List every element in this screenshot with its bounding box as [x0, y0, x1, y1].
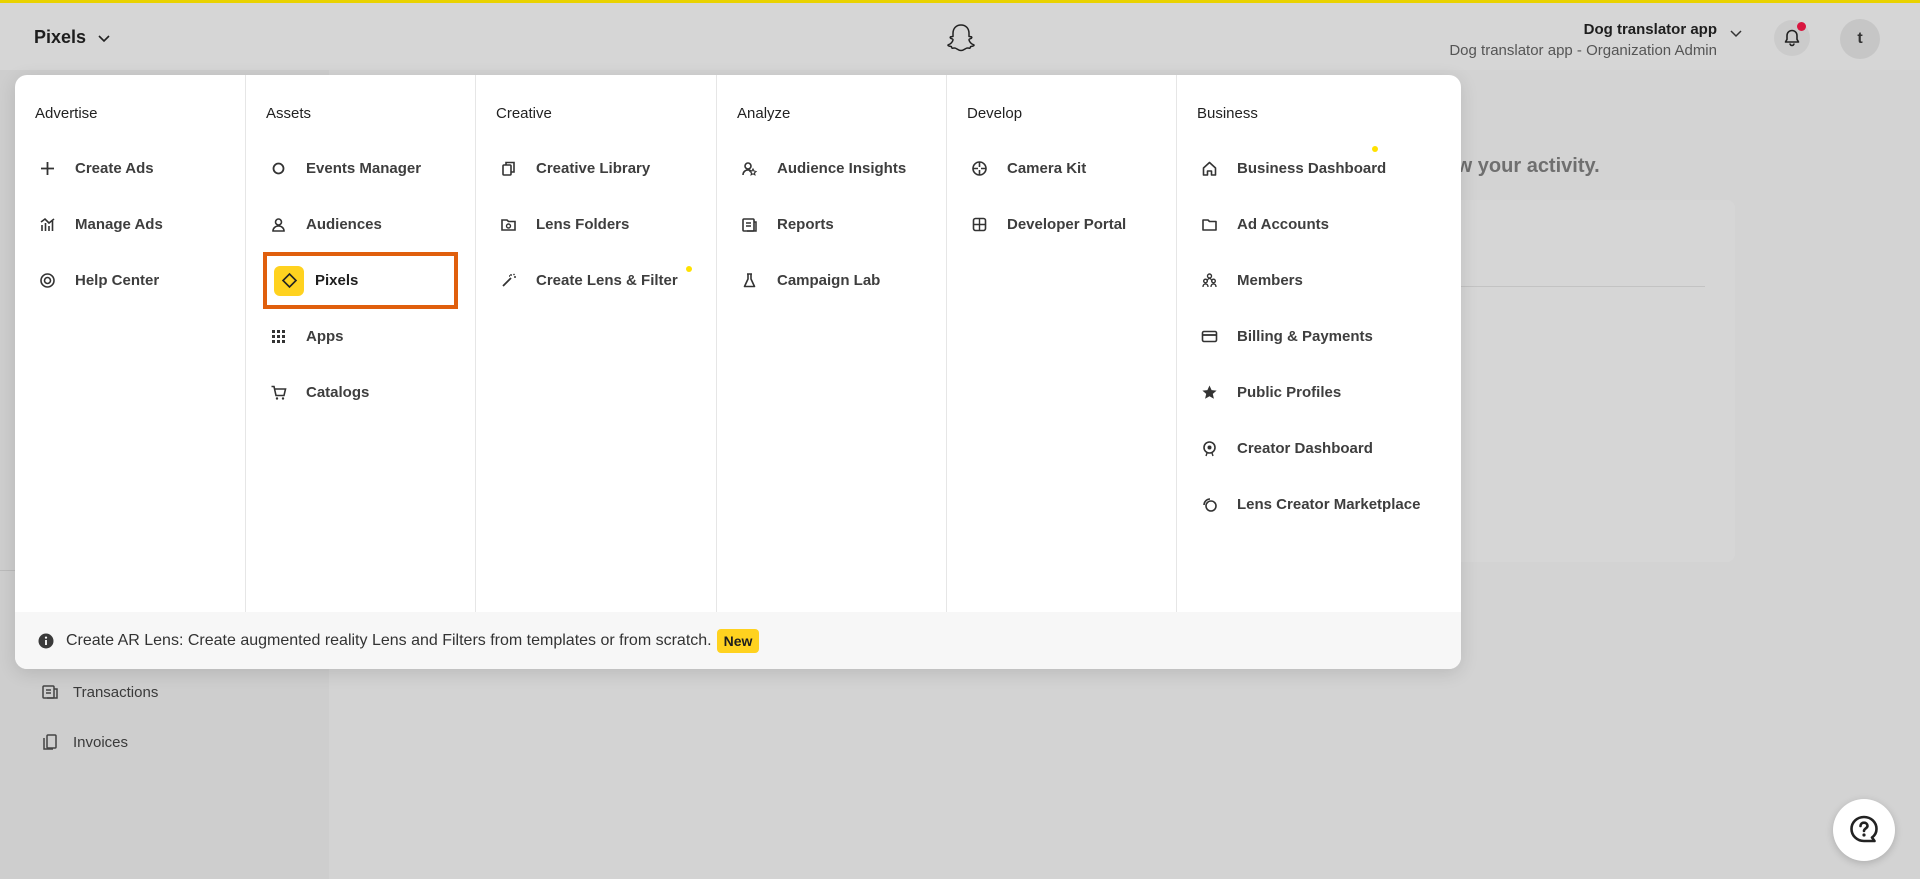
menu-column-analyze: Analyze Audience Insights Reports Campai…: [717, 75, 947, 612]
column-title: Assets: [266, 105, 312, 122]
menu-item-label: Pixels: [315, 272, 359, 289]
page-headline: iew your activity.: [1440, 155, 1600, 177]
new-badge: New: [716, 628, 760, 653]
person-icon: [260, 207, 296, 243]
menu-item-label: Create Ads: [75, 160, 154, 177]
menu-item-label: Ad Accounts: [1237, 216, 1329, 233]
chevron-down-icon: [98, 34, 110, 42]
notification-dot: [1797, 22, 1806, 31]
sidebar-item-label: Invoices: [73, 733, 129, 751]
members-icon: [1191, 263, 1227, 299]
menu-item-label: Lens Creator Marketplace: [1237, 496, 1421, 513]
menu-item-label: Camera Kit: [1007, 160, 1087, 177]
menu-column-creative: Creative Creative Library Lens Folders C…: [476, 75, 717, 612]
menu-column-business: Business Business Dashboard Ad Accounts …: [1177, 75, 1461, 612]
menu-column-develop: Develop Camera Kit Developer Portal: [947, 75, 1177, 612]
info-icon: [38, 633, 54, 648]
creator-icon: [1191, 431, 1227, 467]
invoices-icon: [43, 734, 57, 750]
avatar[interactable]: t: [1840, 19, 1880, 59]
menu-item-label: Reports: [777, 216, 834, 233]
lifebuoy-icon: [29, 263, 65, 299]
aperture-icon: [961, 151, 997, 187]
menu-item-label: Catalogs: [306, 384, 370, 401]
snapchat-ghost-icon[interactable]: [944, 22, 978, 56]
menu-footer-banner: Create AR Lens: Create augmented reality…: [15, 612, 1461, 669]
menu-column-advertise: Advertise Create Ads Manage Ads Help Cen…: [15, 75, 246, 612]
grid-icon: [260, 319, 296, 355]
menu-item-label: Developer Portal: [1007, 216, 1127, 233]
circle-icon: [260, 151, 296, 187]
menu-item-lens-creator-marketplace[interactable]: Lens Creator Marketplace: [1177, 472, 1461, 537]
sidebar-item-invoices[interactable]: Invoices: [41, 733, 128, 751]
credit-card-icon: [1191, 319, 1227, 355]
organization-name: Dog translator app: [1583, 21, 1717, 38]
menu-item-label: Members: [1237, 272, 1303, 289]
diamond-icon: [274, 265, 304, 296]
star-icon: [1191, 375, 1227, 411]
flask-icon: [731, 263, 767, 299]
app-switcher-label: Pixels: [34, 27, 87, 47]
menu-item-label: Business Dashboard: [1237, 160, 1387, 177]
sidebar-item-label: Transactions: [73, 683, 159, 701]
menu-item-label: Creator Dashboard: [1237, 440, 1373, 457]
developer-icon: [961, 207, 997, 243]
menu-item-label: Billing & Payments: [1237, 328, 1373, 345]
column-title: Advertise: [35, 105, 98, 122]
bell-icon: [1784, 29, 1800, 47]
column-title: Creative: [496, 105, 552, 122]
column-title: Business: [1197, 105, 1258, 122]
menu-item-label: Audiences: [306, 216, 382, 233]
cart-icon: [260, 375, 296, 411]
menu-item-help-center[interactable]: Help Center: [15, 248, 245, 313]
menu-item-label: Lens Folders: [536, 216, 630, 233]
menu-item-label: Campaign Lab: [777, 272, 881, 289]
menu-item-developer-portal[interactable]: Developer Portal: [947, 192, 1176, 257]
menu-item-create-lens-filter[interactable]: Create Lens & Filter: [476, 248, 716, 313]
menu-item-label: Audience Insights: [777, 160, 907, 177]
transactions-icon: [42, 685, 58, 699]
menu-item-label: Create Lens & Filter: [536, 272, 678, 289]
plus-icon: [29, 151, 65, 187]
chevron-down-icon[interactable]: [1728, 25, 1744, 41]
help-chat-button[interactable]: [1833, 799, 1895, 861]
menu-item-catalogs[interactable]: Catalogs: [246, 360, 475, 425]
new-indicator-dot: [686, 266, 692, 272]
menu-item-label: Help Center: [75, 272, 160, 289]
folder-icon: [1191, 207, 1227, 243]
app-switcher-button[interactable]: Pixels: [34, 27, 112, 48]
new-indicator-dot: [1372, 146, 1378, 152]
navigation-menu: Advertise Create Ads Manage Ads Help Cen…: [15, 75, 1461, 669]
reports-icon: [731, 207, 767, 243]
question-chat-icon: [1850, 815, 1878, 843]
organization-switcher[interactable]: Dog translator app Dog translator app - …: [1449, 19, 1717, 61]
menu-item-label: Public Profiles: [1237, 384, 1342, 401]
footer-text: Create AR Lens: Create augmented reality…: [66, 631, 712, 649]
column-title: Analyze: [737, 105, 791, 122]
card-divider: [1420, 286, 1705, 287]
sidebar-item-transactions[interactable]: Transactions: [41, 683, 158, 701]
marketplace-icon: [1191, 487, 1227, 523]
menu-item-label: Events Manager: [306, 160, 422, 177]
audience-insights-icon: [731, 151, 767, 187]
menu-item-label: Manage Ads: [75, 216, 163, 233]
menu-item-label: Apps: [306, 328, 344, 345]
menu-item-pixels[interactable]: Pixels: [263, 252, 458, 309]
menu-item-audiences[interactable]: Audiences: [246, 192, 475, 257]
library-icon: [490, 151, 526, 187]
folder-camera-icon: [490, 207, 526, 243]
notifications-button[interactable]: [1774, 20, 1810, 56]
column-title: Develop: [967, 105, 1023, 122]
magic-wand-icon: [490, 263, 526, 299]
top-bar: Pixels Dog translator app Dog translator…: [0, 0, 1920, 70]
menu-item-campaign-lab[interactable]: Campaign Lab: [717, 248, 946, 313]
menu-column-assets: Assets Events Manager Audiences Pixels A…: [246, 75, 476, 612]
chart-icon: [29, 207, 65, 243]
organization-role: Dog translator app - Organization Admin: [1449, 42, 1717, 59]
menu-item-label: Creative Library: [536, 160, 651, 177]
home-icon: [1191, 151, 1227, 187]
